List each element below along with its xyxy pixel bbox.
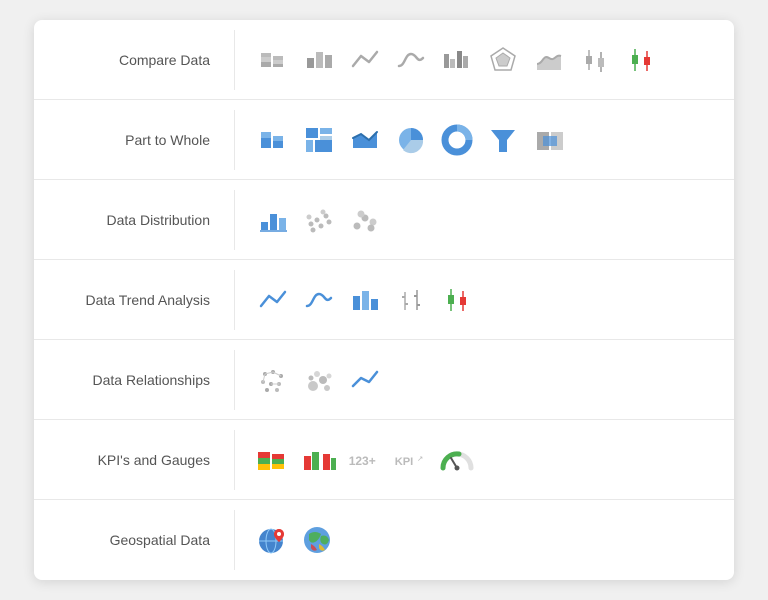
row-part-to-whole: Part to Whole: [34, 100, 734, 180]
chart-types-card: Compare Data: [34, 20, 734, 580]
kpi-number-icon[interactable]: 123+: [347, 442, 383, 478]
funnel-icon[interactable]: [485, 122, 521, 158]
trend-line-icon[interactable]: [255, 282, 291, 318]
trend-candle-icon[interactable]: [439, 282, 475, 318]
grouped-bar-icon[interactable]: [439, 42, 475, 78]
svg-text:KPI: KPI: [395, 456, 414, 468]
icons-geospatial: [234, 510, 734, 570]
row-data-relationships: Data Relationships: [34, 340, 734, 420]
scatter-plot-icon[interactable]: [347, 202, 383, 238]
icons-kpi-gauges: 123+ KPI ↗: [234, 430, 734, 490]
radar-icon[interactable]: [485, 42, 521, 78]
label-data-distribution: Data Distribution: [34, 212, 234, 228]
label-kpi-gauges: KPI's and Gauges: [34, 452, 234, 468]
relationship-line-icon[interactable]: [347, 362, 383, 398]
area-blue-icon[interactable]: [347, 122, 383, 158]
stacked-bar-icon[interactable]: [255, 42, 291, 78]
area-chart-icon[interactable]: [531, 42, 567, 78]
kpi-grouped-icon[interactable]: [301, 442, 337, 478]
label-part-to-whole: Part to Whole: [34, 132, 234, 148]
donut-chart-icon[interactable]: [439, 122, 475, 158]
pie-chart-icon[interactable]: [393, 122, 429, 158]
candlestick-grey-icon[interactable]: [577, 42, 613, 78]
icons-compare-data: [234, 30, 734, 90]
stacked-bar-blue-icon[interactable]: [255, 122, 291, 158]
globe-pin-icon[interactable]: [255, 522, 291, 558]
label-data-trend: Data Trend Analysis: [34, 292, 234, 308]
svg-text:↗: ↗: [417, 453, 423, 462]
icons-part-to-whole: [234, 110, 734, 170]
label-geospatial: Geospatial Data: [34, 532, 234, 548]
row-data-trend: Data Trend Analysis: [34, 260, 734, 340]
kpi-stacked-icon[interactable]: [255, 442, 291, 478]
treemap-icon[interactable]: [301, 122, 337, 158]
label-data-relationships: Data Relationships: [34, 372, 234, 388]
bubble-chart-icon[interactable]: [301, 362, 337, 398]
row-kpi-gauges: KPI's and Gauges: [34, 420, 734, 500]
svg-text:123+: 123+: [349, 454, 376, 468]
icons-data-distribution: [234, 190, 734, 250]
row-data-distribution: Data Distribution: [34, 180, 734, 260]
kpi-text-icon[interactable]: KPI ↗: [393, 442, 429, 478]
label-compare-data: Compare Data: [34, 52, 234, 68]
trend-ohlc-icon[interactable]: [393, 282, 429, 318]
line-chart-icon[interactable]: [347, 42, 383, 78]
map-icon[interactable]: [301, 522, 337, 558]
trend-bar-icon[interactable]: [347, 282, 383, 318]
histogram-icon[interactable]: [255, 202, 291, 238]
smooth-line-icon[interactable]: [393, 42, 429, 78]
icons-data-relationships: [234, 350, 734, 410]
waterfall-icon[interactable]: [531, 122, 567, 158]
trend-smooth-icon[interactable]: [301, 282, 337, 318]
dot-plot-icon[interactable]: [301, 202, 337, 238]
column-bar-icon[interactable]: [301, 42, 337, 78]
row-geospatial: Geospatial Data: [34, 500, 734, 580]
icons-data-trend: [234, 270, 734, 330]
network-small-icon[interactable]: [255, 362, 291, 398]
candlestick-color-icon[interactable]: [623, 42, 659, 78]
gauge-icon[interactable]: [439, 442, 475, 478]
row-compare-data: Compare Data: [34, 20, 734, 100]
